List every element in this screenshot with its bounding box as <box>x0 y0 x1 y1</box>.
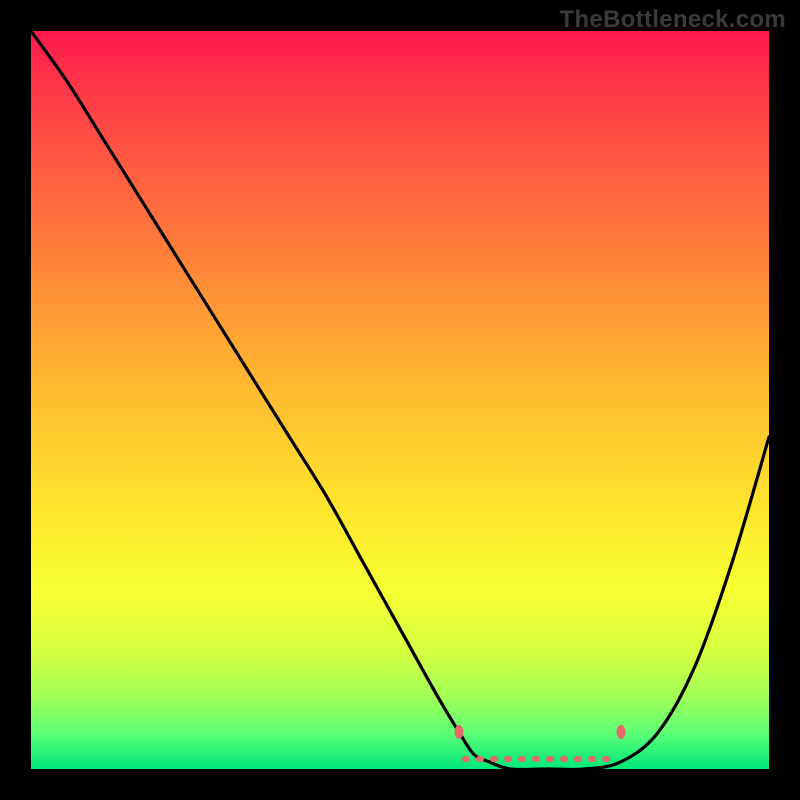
marker-right <box>617 725 626 739</box>
watermark-text: TheBottleneck.com <box>560 6 786 34</box>
marker-left <box>455 725 464 739</box>
chart-plot-area <box>31 31 769 769</box>
curve-markers <box>31 31 769 769</box>
